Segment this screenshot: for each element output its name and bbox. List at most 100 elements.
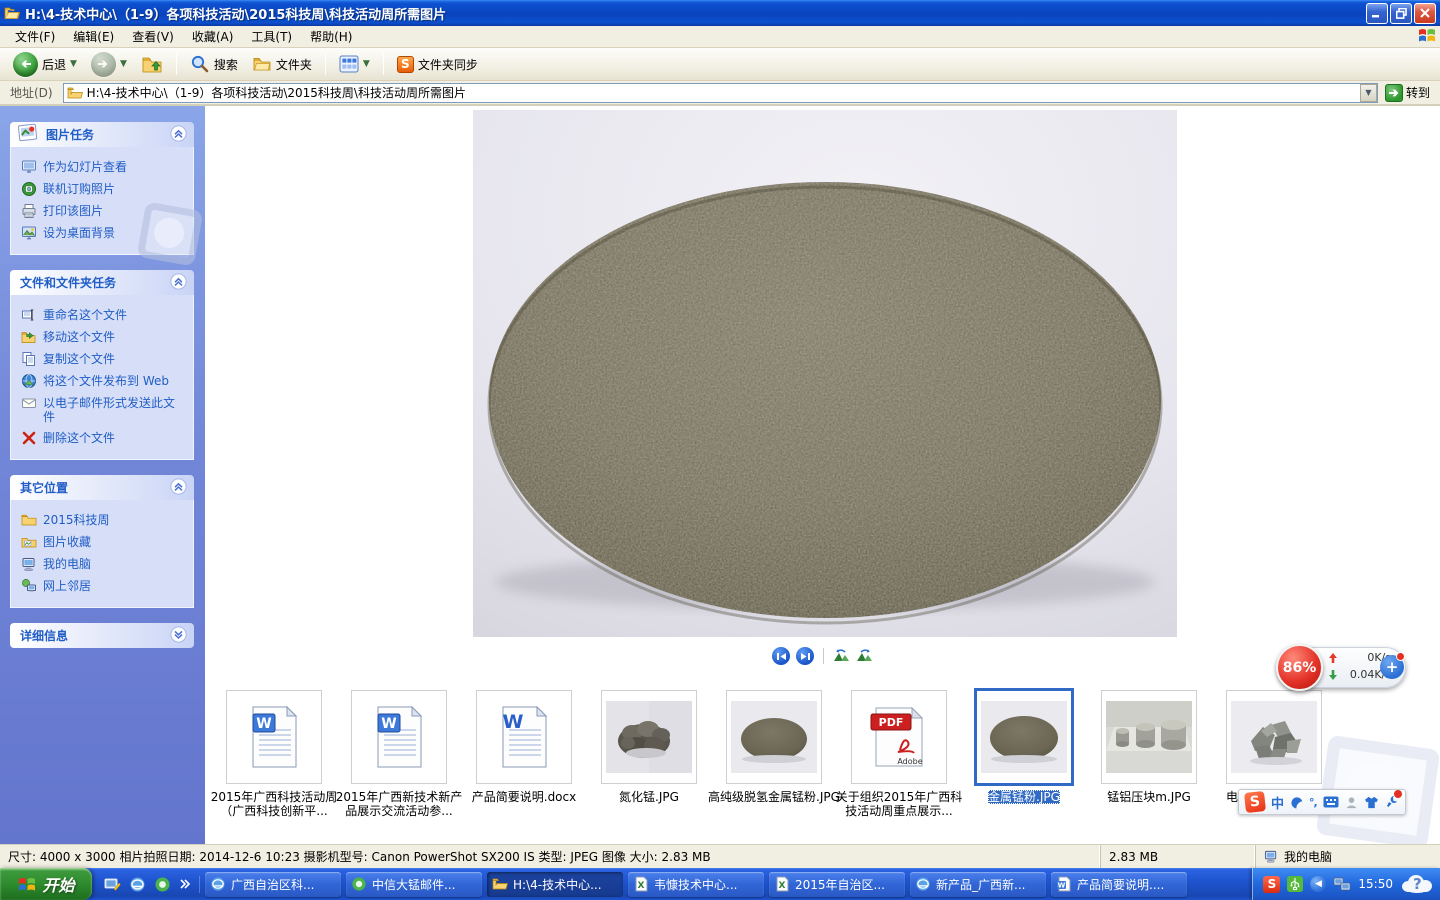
views-button[interactable]: ▼: [334, 53, 375, 75]
task-publish-web[interactable]: 将这个文件发布到 Web: [19, 370, 187, 392]
sogou-tray-icon[interactable]: S: [1263, 876, 1280, 893]
task-view-slideshow[interactable]: 作为幻灯片查看: [19, 156, 187, 178]
next-image-button[interactable]: [796, 647, 814, 665]
network-tray-icon[interactable]: [1333, 877, 1351, 892]
file-name[interactable]: 2015年广西新技术新产品展示交流活动参...: [333, 790, 465, 818]
previous-image-button[interactable]: [772, 647, 790, 665]
forward-button[interactable]: ▼: [86, 50, 132, 79]
speed-percent-badge[interactable]: 86%: [1276, 644, 1323, 691]
quick-launch-overflow-icon[interactable]: [179, 878, 191, 890]
place-label: 我的电脑: [43, 556, 91, 571]
place-my-computer[interactable]: 我的电脑: [19, 553, 187, 575]
rotate-clockwise-button[interactable]: [856, 648, 873, 665]
place-network[interactable]: 网上邻居: [19, 575, 187, 597]
go-label[interactable]: 转到: [1406, 84, 1430, 101]
taskbar-window-7[interactable]: W 产品简要说明....: [1051, 872, 1187, 897]
file-thumbnail[interactable]: W: [351, 690, 447, 784]
collapse-chevron-icon[interactable]: [170, 478, 187, 498]
menu-file[interactable]: 文件(F): [6, 26, 64, 47]
file-name[interactable]: 高纯级脱氢金属锰粉.JPG: [708, 790, 840, 804]
task-order-prints[interactable]: 联机订购照片: [19, 178, 187, 200]
toolbar-separator: [325, 53, 326, 75]
sogou-logo-icon[interactable]: S: [1244, 791, 1266, 813]
taskbar-window-1[interactable]: 广西自治区科...: [205, 872, 341, 897]
ime-fullmoon-icon[interactable]: [1290, 796, 1303, 809]
panel-details-header[interactable]: 详细信息: [10, 623, 194, 648]
minimize-button[interactable]: [1366, 3, 1388, 24]
ime-account-icon[interactable]: [1345, 796, 1358, 809]
forward-dropdown-icon[interactable]: ▼: [120, 59, 127, 69]
taskbar-window-6[interactable]: 新产品_广西新...: [910, 872, 1046, 897]
start-button[interactable]: 开始: [0, 868, 92, 900]
ime-chinese-mode[interactable]: 中: [1271, 793, 1284, 812]
up-button[interactable]: [136, 51, 168, 77]
file-thumbnail[interactable]: [601, 690, 697, 784]
file-name[interactable]: 关于组织2015年广西科技活动周重点展示...: [833, 790, 965, 818]
close-button[interactable]: [1414, 3, 1436, 24]
taskbar-window-4[interactable]: X 韦慷技术中心...: [628, 872, 764, 897]
menu-edit[interactable]: 编辑(E): [64, 26, 123, 47]
file-thumbnail[interactable]: W: [226, 690, 322, 784]
back-button[interactable]: 后退 ▼: [8, 50, 82, 79]
file-thumbnail[interactable]: [726, 690, 822, 784]
panel-picture-tasks-header[interactable]: 图片任务: [10, 122, 194, 147]
file-thumbnail[interactable]: W: [476, 690, 572, 784]
expand-chevron-icon[interactable]: [170, 626, 187, 646]
menu-view[interactable]: 查看(V): [123, 26, 183, 47]
ime-punctuation-mode[interactable]: °,: [1309, 796, 1317, 809]
go-icon[interactable]: [1385, 84, 1403, 102]
green-browser-icon[interactable]: [154, 876, 171, 893]
address-input[interactable]: H:\4-技术中心\（1-9）各项科技活动\2015科技周\科技活动周所需图片 …: [63, 83, 1378, 103]
file-name[interactable]: 锰铝压块m.JPG: [1083, 790, 1215, 804]
task-rename-file[interactable]: 重命名这个文件: [19, 304, 187, 326]
file-name[interactable]: 2015年广西科技活动周（广西科技创新平...: [208, 790, 340, 818]
controls-divider: [823, 648, 824, 664]
help-cloud-icon[interactable]: ?: [1400, 873, 1434, 895]
file-thumbnail[interactable]: PDF Adobe: [851, 690, 947, 784]
collapse-chevron-icon[interactable]: [170, 125, 187, 145]
sogou-ime-bar[interactable]: S 中 °,: [1238, 789, 1406, 815]
address-dropdown-button[interactable]: ▼: [1360, 84, 1377, 102]
menu-help[interactable]: 帮助(H): [301, 26, 361, 47]
panel-other-places-header[interactable]: 其它位置: [10, 475, 194, 500]
taskbar-window-5[interactable]: X 2015年自治区...: [769, 872, 905, 897]
taskbar-window-3-active[interactable]: H:\4-技术中心...: [487, 872, 623, 897]
file-name-selected[interactable]: 金属锰粉.JPG: [958, 790, 1090, 804]
usb-safely-remove-icon[interactable]: [1287, 876, 1303, 892]
panel-file-tasks-header[interactable]: 文件和文件夹任务: [10, 270, 194, 295]
preview-image[interactable]: [473, 110, 1177, 637]
place-2015-tech-week[interactable]: 2015科技周: [19, 509, 187, 531]
taskbar-window-label: 中信大锰邮件...: [372, 876, 455, 893]
task-move-file[interactable]: 移动这个文件: [19, 326, 187, 348]
menu-tools[interactable]: 工具(T): [242, 26, 301, 47]
menu-favorites[interactable]: 收藏(A): [183, 26, 243, 47]
ime-toolbox-icon[interactable]: [1385, 794, 1399, 811]
folders-button[interactable]: 文件夹: [247, 52, 317, 76]
task-label: 移动这个文件: [43, 329, 115, 344]
back-dropdown-icon[interactable]: ▼: [70, 59, 77, 69]
search-button[interactable]: 搜索: [185, 52, 243, 76]
task-email-file[interactable]: 以电子邮件形式发送此文件: [19, 392, 187, 427]
hide-tray-icons-button[interactable]: ◀: [1310, 876, 1326, 892]
folder-sync-button[interactable]: S 文件夹同步: [392, 54, 483, 75]
ime-keyboard-icon[interactable]: [1323, 796, 1339, 808]
ime-skin-icon[interactable]: [1364, 796, 1379, 809]
taskbar-window-2[interactable]: 中信大锰邮件...: [346, 872, 482, 897]
file-name[interactable]: 产品简要说明.docx: [458, 790, 590, 804]
internet-explorer-icon[interactable]: [129, 876, 146, 893]
network-speed-widget[interactable]: 86% 0K/s 0.04K/s +: [1279, 647, 1406, 688]
restore-button[interactable]: [1390, 3, 1412, 24]
folders-icon: [252, 54, 272, 74]
file-thumbnail[interactable]: [1226, 690, 1322, 784]
file-thumbnail[interactable]: [1101, 690, 1197, 784]
tray-clock[interactable]: 15:50: [1358, 877, 1393, 891]
collapse-chevron-icon[interactable]: [170, 273, 187, 293]
task-delete-file[interactable]: 删除这个文件: [19, 427, 187, 449]
task-copy-file[interactable]: 复制这个文件: [19, 348, 187, 370]
file-name[interactable]: 氮化锰.JPG: [583, 790, 715, 804]
views-dropdown-icon[interactable]: ▼: [363, 59, 370, 69]
rotate-counterclockwise-button[interactable]: [833, 648, 850, 665]
show-desktop-icon[interactable]: [104, 876, 121, 893]
file-thumbnail-selected[interactable]: [974, 688, 1074, 786]
place-my-pictures[interactable]: 图片收藏: [19, 531, 187, 553]
